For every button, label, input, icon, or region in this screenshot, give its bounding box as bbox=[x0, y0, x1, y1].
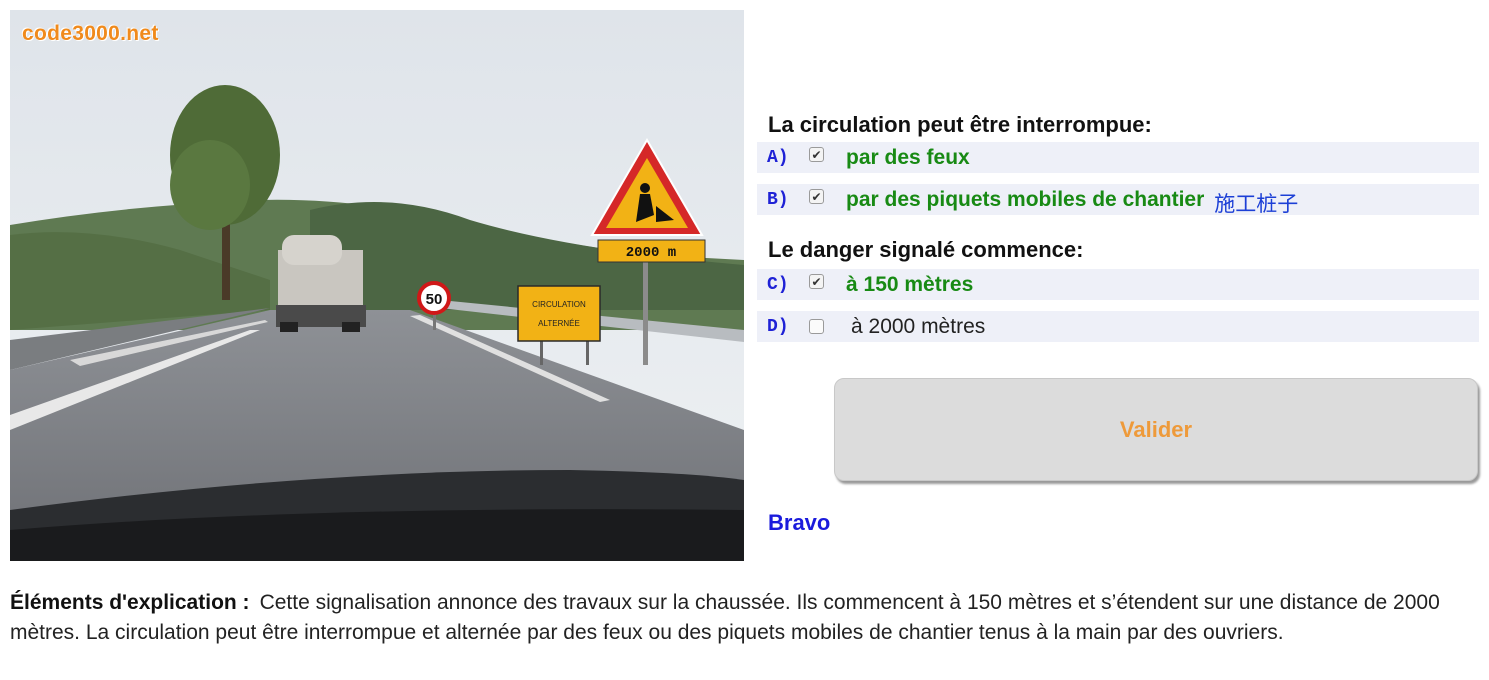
alternating-sign-line2: ALTERNÉE bbox=[538, 319, 580, 328]
option-b-checkbox[interactable]: ✔ bbox=[809, 189, 824, 204]
option-a-checkbox[interactable]: ✔ bbox=[809, 147, 824, 162]
option-c-checkbox[interactable]: ✔ bbox=[809, 274, 824, 289]
feedback-message: Bravo bbox=[768, 510, 831, 535]
option-b-text: par des piquets mobiles de chantier bbox=[846, 187, 1205, 211]
option-d-letter: D) bbox=[767, 316, 789, 337]
question-2-title: Le danger signalé commence: bbox=[768, 237, 1084, 262]
distance-panel-text: 2000 m bbox=[626, 245, 676, 261]
option-b-letter: B) bbox=[767, 189, 789, 210]
road-scene-image: 50 CIRCULATION ALTERNÉE 2000 m code3000.… bbox=[10, 10, 744, 561]
option-b-annotation: 施工桩子 bbox=[1214, 192, 1299, 216]
alternating-sign-line1: CIRCULATION bbox=[532, 300, 586, 309]
option-a-letter: A) bbox=[767, 147, 789, 168]
option-d-checkbox[interactable] bbox=[809, 319, 824, 334]
option-b[interactable]: B) ✔ par des piquets mobiles de chantier… bbox=[757, 184, 1479, 216]
speed-limit-text: 50 bbox=[426, 291, 443, 308]
validate-button[interactable]: Valider bbox=[834, 378, 1478, 481]
option-d-text: à 2000 mètres bbox=[851, 314, 986, 338]
option-c[interactable]: C) ✔ à 150 mètres bbox=[757, 269, 1479, 300]
question-1-title: La circulation peut être interrompue: bbox=[768, 112, 1152, 137]
road-scene-illustration: 50 CIRCULATION ALTERNÉE 2000 m bbox=[10, 10, 744, 561]
explanation-label: Éléments d'explication : bbox=[10, 591, 250, 614]
option-a-text: par des feux bbox=[846, 145, 970, 169]
explanation-block: Éléments d'explication : Cette signalisat… bbox=[10, 588, 1480, 647]
option-d[interactable]: D) à 2000 mètres bbox=[757, 311, 1479, 342]
option-c-text: à 150 mètres bbox=[846, 272, 974, 296]
option-a[interactable]: A) ✔ par des feux bbox=[757, 142, 1479, 173]
option-c-letter: C) bbox=[767, 274, 789, 295]
site-logo: code3000.net bbox=[22, 22, 159, 45]
